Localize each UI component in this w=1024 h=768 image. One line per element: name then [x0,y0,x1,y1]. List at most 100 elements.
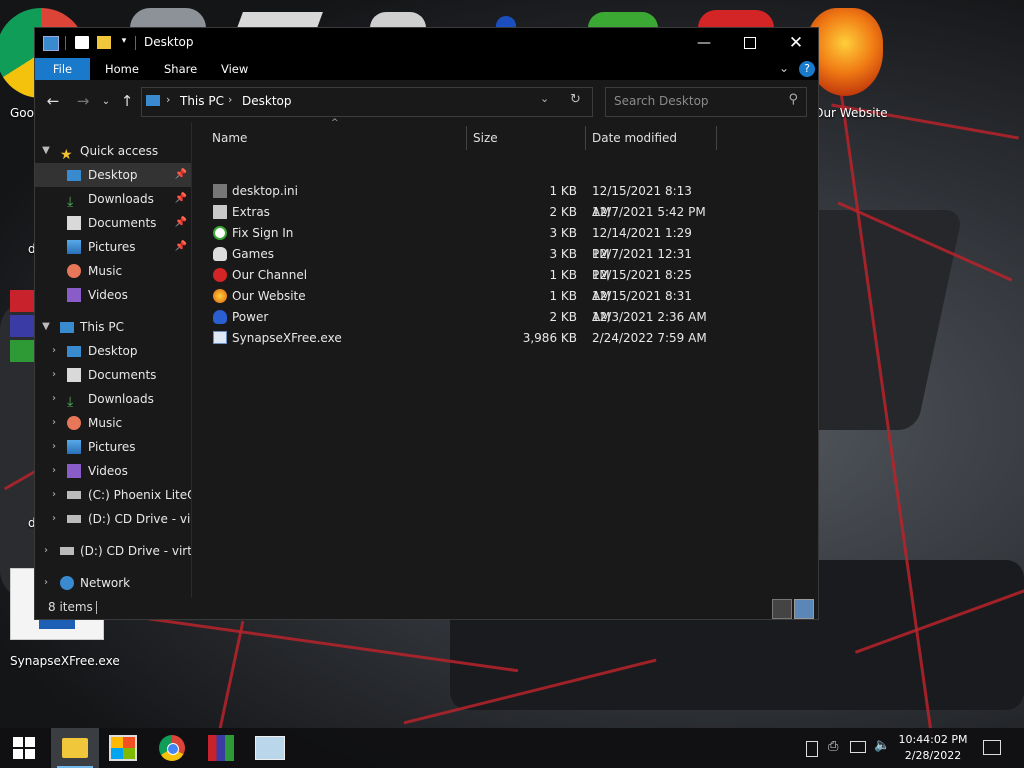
column-header-name[interactable]: Name [212,126,247,150]
recent-locations-button[interactable]: ⌄ [96,91,116,111]
chevron-right-icon[interactable]: › [48,411,60,435]
file-explorer-window[interactable]: ▾ Desktop — ✕ File Home Share View ⌄ ? ←… [34,27,819,620]
up-button[interactable]: ↑ [117,91,137,111]
chevron-right-icon[interactable]: › [40,539,52,563]
search-input[interactable]: Search Desktop ⚲ [605,87,807,117]
column-separator[interactable] [466,126,467,150]
expand-ribbon-icon[interactable]: ⌄ [779,61,789,75]
clock[interactable]: 10:44:02 PM 2/28/2022 [898,732,968,764]
file-size: 1 KB [549,268,577,282]
minimize-button[interactable]: — [681,28,727,58]
chevron-right-icon[interactable]: › [48,459,60,483]
tab-home[interactable]: Home [105,58,139,80]
chevron-right-icon[interactable]: › [48,483,60,507]
taskbar-chrome[interactable] [148,728,196,768]
folder-icon[interactable] [237,12,323,28]
expand-arrow-icon[interactable]: ▼ [40,315,52,339]
tab-view[interactable]: View [221,58,248,80]
maximize-button[interactable] [727,28,773,58]
network-icon[interactable] [850,741,866,753]
nav-label: Documents [88,368,157,382]
nav-pane-scrollbar[interactable] [191,122,192,598]
taskbar-winrar[interactable] [197,728,245,768]
nav-network[interactable]: › Network [35,571,191,595]
usb-icon[interactable]: ⎙ [828,739,838,754]
taskbar-file-explorer[interactable] [51,728,99,768]
chevron-right-icon[interactable]: › [48,507,60,531]
title-bar[interactable]: ▾ Desktop — ✕ [35,28,818,58]
nav-qa-desktop[interactable]: Desktop 📌 [35,163,191,187]
nav-this-pc[interactable]: ▼ This PC [35,315,191,339]
desktop-icon-label: Goo [10,106,34,120]
address-dropdown-icon[interactable]: ⌄ [540,92,549,105]
nav-pc-drive-d[interactable]: › (D:) CD Drive - virtio [35,507,191,531]
action-center-icon[interactable] [983,740,1001,755]
gamepad-desktop-icon[interactable] [370,12,426,28]
nav-qa-downloads[interactable]: ⤓ Downloads 📌 [35,187,191,211]
network-icon [60,576,74,590]
forward-button[interactable]: → [73,91,93,111]
properties-check-icon[interactable] [75,36,89,49]
nav-pc-documents[interactable]: › Documents [35,363,191,387]
file-row[interactable]: Power 2 KB 12/3/2021 2:36 AM [209,307,709,328]
close-button[interactable]: ✕ [773,28,819,58]
youtube-desktop-icon[interactable] [698,10,774,28]
file-row[interactable]: SynapseXFree.exe 3,986 KB 2/24/2022 7:59… [209,328,709,349]
nav-pc-downloads[interactable]: › ⤓ Downloads [35,387,191,411]
file-row[interactable]: Games 3 KB 12/7/2021 12:31 PM [209,244,709,282]
nav-pc-desktop[interactable]: › Desktop [35,339,191,363]
address-bar[interactable]: › This PC › Desktop ⌄ ↻ [141,87,593,117]
nav-qa-pictures[interactable]: Pictures 📌 [35,235,191,259]
column-separator[interactable] [716,126,717,150]
chevron-right-icon[interactable]: › [48,435,60,459]
tablet-icon[interactable] [806,741,818,757]
taskbar-store[interactable] [99,728,147,768]
chevron-down-icon[interactable]: ▾ [119,36,129,49]
navigation-bar: ← → ⌄ ↑ › This PC › Desktop ⌄ ↻ Search D… [35,80,818,122]
file-row[interactable]: Extras 2 KB 12/7/2021 5:42 PM [209,202,709,223]
column-separator[interactable] [585,126,586,150]
back-button[interactable]: ← [43,91,63,111]
large-icons-view-button[interactable] [794,599,814,619]
nav-pc-videos[interactable]: › Videos [35,459,191,483]
nav-pc-music[interactable]: › Music [35,411,191,435]
sort-ascending-icon[interactable]: ^ [331,118,339,128]
nav-cd-drive[interactable]: › (D:) CD Drive - virtio- [35,539,191,563]
start-button[interactable] [0,728,48,768]
chevron-right-icon[interactable]: › [40,571,52,595]
breadcrumb-this-pc[interactable]: This PC [180,94,224,108]
chevron-right-icon[interactable]: › [48,363,60,387]
breadcrumb-desktop[interactable]: Desktop [242,94,292,108]
pictures-icon [67,240,81,254]
chevron-right-icon[interactable]: › [48,339,60,363]
nav-qa-documents[interactable]: Documents 📌 [35,211,191,235]
tab-share[interactable]: Share [164,58,197,80]
details-view-button[interactable] [772,599,792,619]
tab-file[interactable]: File [35,58,90,80]
xbox-desktop-icon[interactable] [588,12,658,28]
recycle-bin-icon[interactable] [130,8,206,28]
winrar-desktop-icon[interactable] [10,290,34,364]
chevron-right-icon[interactable]: › [48,387,60,411]
phoenix-icon [213,289,227,303]
nav-pc-pictures[interactable]: › Pictures [35,435,191,459]
file-row[interactable]: Our Channel 1 KB 12/15/2021 8:25 AM [209,265,709,303]
taskbar-app[interactable] [246,728,294,768]
file-row[interactable]: Our Website 1 KB 12/15/2021 8:31 AM [209,286,709,324]
help-icon[interactable]: ? [799,61,815,77]
column-header-date-modified[interactable]: Date modified [592,126,677,150]
file-row[interactable]: desktop.ini 1 KB 12/15/2021 8:13 AM [209,181,709,219]
nav-qa-videos[interactable]: Videos [35,283,191,307]
volume-muted-icon[interactable]: 🔈 [874,738,890,753]
ribbon-tabs: File Home Share View ⌄ ? [35,58,818,80]
nav-quick-access[interactable]: ▼ ★ Quick access [35,139,191,163]
new-folder-icon[interactable] [97,36,111,49]
expand-arrow-icon[interactable]: ▼ [40,139,52,163]
file-row[interactable]: Fix Sign In 3 KB 12/14/2021 1:29 PM [209,223,709,261]
search-icon: ⚲ [788,92,798,107]
status-divider [96,601,97,614]
refresh-icon[interactable]: ↻ [570,92,581,107]
nav-pc-drive-c[interactable]: › (C:) Phoenix LiteOS [35,483,191,507]
column-header-size[interactable]: Size [473,126,498,150]
nav-qa-music[interactable]: Music [35,259,191,283]
